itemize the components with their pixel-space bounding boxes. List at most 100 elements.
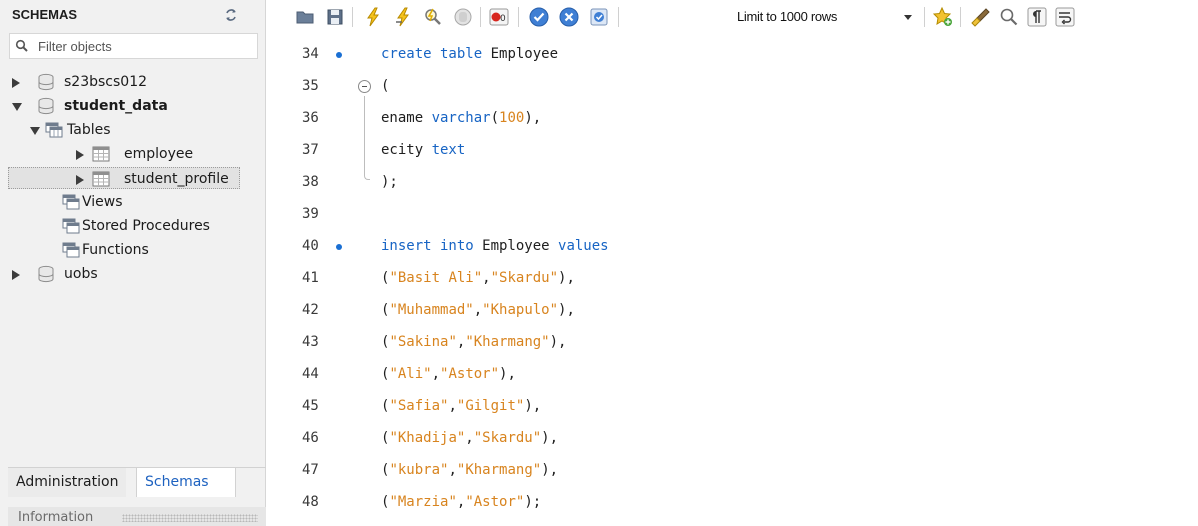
rollback-icon[interactable] — [558, 6, 580, 28]
views-folder-icon — [62, 194, 80, 210]
functions-folder-icon — [62, 242, 80, 258]
tree-label: student_data — [64, 98, 168, 114]
toolbar-separator — [618, 7, 619, 27]
code-line[interactable]: 40 insert into Employee values — [266, 230, 1198, 262]
tree-schema-uobs[interactable]: uobs — [0, 263, 266, 285]
fold-toggle-icon[interactable] — [358, 80, 371, 93]
beautify-icon[interactable] — [970, 6, 992, 28]
code-line[interactable]: 39 — [266, 198, 1198, 230]
sql-token: ), — [524, 398, 542, 414]
code-line[interactable]: 44 ("Ali","Astor"), — [266, 358, 1198, 390]
code-text: insert into Employee values — [381, 238, 609, 254]
execute-icon[interactable] — [362, 6, 384, 28]
sql-keyword: text — [431, 142, 466, 158]
invisible-chars-icon[interactable] — [1026, 6, 1048, 28]
code-line[interactable]: 41 ("Basit Ali","Skardu"), — [266, 262, 1198, 294]
tree-views-group[interactable]: Views — [0, 191, 266, 213]
code-line[interactable]: 36 ename varchar(100), — [266, 102, 1198, 134]
code-line[interactable]: 34 create table Employee — [266, 38, 1198, 70]
code-line[interactable]: 43 ("Sakina","Kharmang"), — [266, 326, 1198, 358]
procedures-folder-icon — [62, 218, 80, 234]
tree-label: employee — [124, 146, 194, 162]
line-number: 41 — [302, 270, 319, 286]
wrap-icon[interactable] — [1054, 6, 1076, 28]
code-line[interactable]: 38); — [266, 166, 1198, 198]
toggle-error-icon[interactable]: 0 — [488, 6, 510, 28]
sql-token: ), — [541, 462, 559, 478]
code-line[interactable]: 48 ("Marzia","Astor"); — [266, 486, 1198, 518]
code-text: ("Marzia","Astor"); — [381, 494, 541, 510]
sql-string: "Khapulo" — [482, 302, 559, 318]
commit-icon[interactable] — [528, 6, 550, 28]
sql-string: "Skardu" — [473, 430, 542, 446]
sql-token: ), — [541, 430, 559, 446]
code-line[interactable]: 46 ("Khadija","Skardu"), — [266, 422, 1198, 454]
execute-current-icon[interactable] — [392, 6, 414, 28]
code-text: ("kubra","Kharmang"), — [381, 462, 558, 478]
sql-string: "Basit Ali" — [389, 270, 483, 286]
tree-functions-group[interactable]: Functions — [0, 239, 266, 261]
tree-schema-s23bscs012[interactable]: s23bscs012 — [0, 71, 266, 93]
stop-icon[interactable] — [452, 6, 474, 28]
sql-token: , — [482, 270, 491, 286]
tree-tables-group[interactable]: Tables — [0, 119, 266, 141]
code-line[interactable]: 35 ( — [266, 70, 1198, 102]
code-line[interactable]: 45 ("Safia","Gilgit"), — [266, 390, 1198, 422]
sql-string: "Muhammad" — [389, 302, 474, 318]
explain-icon[interactable] — [422, 6, 444, 28]
sql-token: ), — [524, 110, 542, 126]
expand-arrow-icon[interactable] — [12, 270, 20, 280]
sql-token: ename — [381, 110, 432, 126]
expand-arrow-icon[interactable] — [76, 175, 84, 185]
sql-string: "Ali" — [389, 366, 432, 382]
code-text: create table Employee — [381, 46, 558, 62]
code-line[interactable]: 47 ("kubra","Kharmang"), — [266, 454, 1198, 486]
database-icon — [38, 265, 54, 283]
sql-editor[interactable]: 34 create table Employee 35 (36 ename varcha… — [266, 34, 1198, 526]
expand-arrow-icon[interactable] — [76, 150, 84, 160]
information-label: Information — [18, 510, 94, 525]
add-snippet-icon[interactable] — [932, 6, 954, 28]
tree-procedures-group[interactable]: Stored Procedures — [0, 215, 266, 237]
sql-token: , — [448, 398, 457, 414]
line-number: 34 — [302, 46, 319, 62]
statement-marker-icon — [336, 244, 342, 250]
tree-table-student-profile[interactable]: student_profile — [8, 167, 240, 189]
line-number: 38 — [302, 174, 319, 190]
collapse-arrow-icon[interactable] — [30, 127, 40, 135]
code-line[interactable]: 37 ecity text — [266, 134, 1198, 166]
tree-schema-student-data[interactable]: student_data — [0, 95, 266, 117]
dropdown-arrow-icon[interactable] — [904, 15, 912, 20]
table-icon — [92, 146, 110, 162]
sql-token: , — [465, 430, 474, 446]
collapse-arrow-icon[interactable] — [12, 103, 22, 111]
filter-objects-field[interactable] — [9, 33, 258, 59]
line-number: 42 — [302, 302, 319, 318]
filter-objects-input[interactable] — [38, 37, 248, 55]
code-text: ("Khadija","Skardu"), — [381, 430, 558, 446]
code-line[interactable]: 42 ("Muhammad","Khapulo"), — [266, 294, 1198, 326]
tree-label: Tables — [67, 122, 111, 138]
line-number: 43 — [302, 334, 319, 350]
save-icon[interactable] — [324, 6, 346, 28]
sql-string: "Astor" — [440, 366, 500, 382]
tab-schemas[interactable]: Schemas — [136, 468, 236, 497]
toolbar-separator — [480, 7, 481, 27]
open-folder-icon[interactable] — [294, 6, 316, 28]
sql-token: ); — [381, 174, 398, 190]
table-icon — [92, 171, 110, 187]
code-line[interactable]: 49 — [266, 518, 1198, 526]
autocommit-icon[interactable] — [588, 6, 610, 28]
find-icon[interactable] — [998, 6, 1020, 28]
panel-grip[interactable] — [122, 514, 258, 522]
code-text: ("Basit Ali","Skardu"), — [381, 270, 575, 286]
expand-arrow-icon[interactable] — [12, 78, 20, 88]
information-panel-header[interactable]: Information — [8, 507, 266, 526]
tab-administration[interactable]: Administration — [8, 468, 127, 497]
limit-rows-select[interactable]: Limit to 1000 rows — [732, 6, 918, 28]
line-number: 46 — [302, 430, 319, 446]
tree-table-employee[interactable]: employee — [0, 143, 266, 165]
sql-token: , — [431, 366, 441, 382]
line-number: 48 — [302, 494, 319, 510]
refresh-icon[interactable] — [224, 8, 238, 22]
